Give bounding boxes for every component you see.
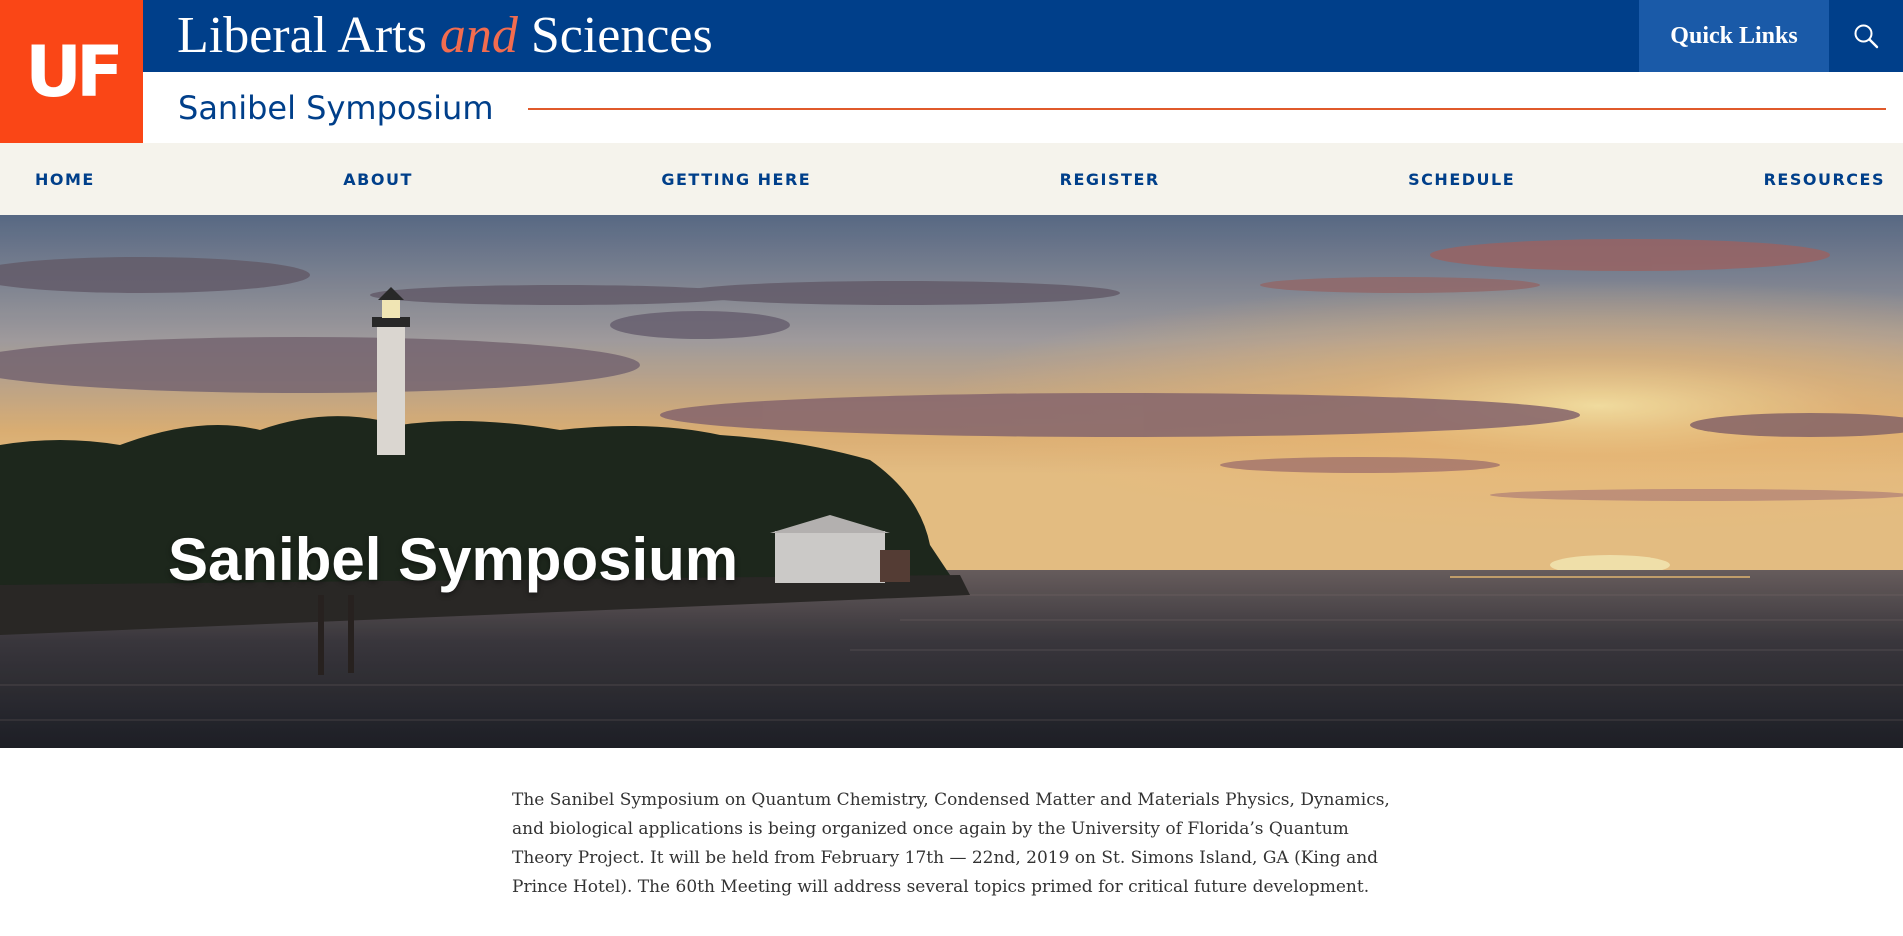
- top-bar: Liberal Arts and Sciences Quick Links: [143, 0, 1903, 72]
- nav-schedule[interactable]: SCHEDULE: [1408, 170, 1515, 189]
- search-icon: [1854, 24, 1879, 49]
- site-title-part1: Liberal Arts: [177, 7, 440, 64]
- site-title-and: and: [439, 7, 518, 64]
- nav-home[interactable]: HOME: [35, 170, 95, 189]
- hero-title: Sanibel Symposium: [168, 526, 739, 593]
- nav-getting-here[interactable]: GETTING HERE: [661, 170, 811, 189]
- quick-links-button[interactable]: Quick Links: [1639, 0, 1829, 72]
- logo-text: UF: [25, 30, 124, 113]
- subtitle-divider: [528, 108, 1886, 110]
- main-nav: HOME ABOUT GETTING HERE REGISTER SCHEDUL…: [0, 143, 1903, 215]
- hero-image: [0, 215, 1903, 748]
- nav-register[interactable]: REGISTER: [1060, 170, 1160, 189]
- site-title-part2: Sciences: [517, 7, 713, 64]
- uf-logo[interactable]: UF: [0, 0, 143, 143]
- hero-banner: Sanibel Symposium: [0, 215, 1903, 748]
- sub-header: Sanibel Symposium: [143, 72, 1903, 143]
- search-button[interactable]: [1829, 0, 1903, 72]
- nav-resources[interactable]: RESOURCES: [1764, 170, 1885, 189]
- site-subtitle[interactable]: Sanibel Symposium: [178, 88, 493, 128]
- intro-paragraph: The Sanibel Symposium on Quantum Chemist…: [512, 790, 1390, 897]
- site-title[interactable]: Liberal Arts and Sciences: [177, 6, 713, 66]
- nav-about[interactable]: ABOUT: [343, 170, 413, 189]
